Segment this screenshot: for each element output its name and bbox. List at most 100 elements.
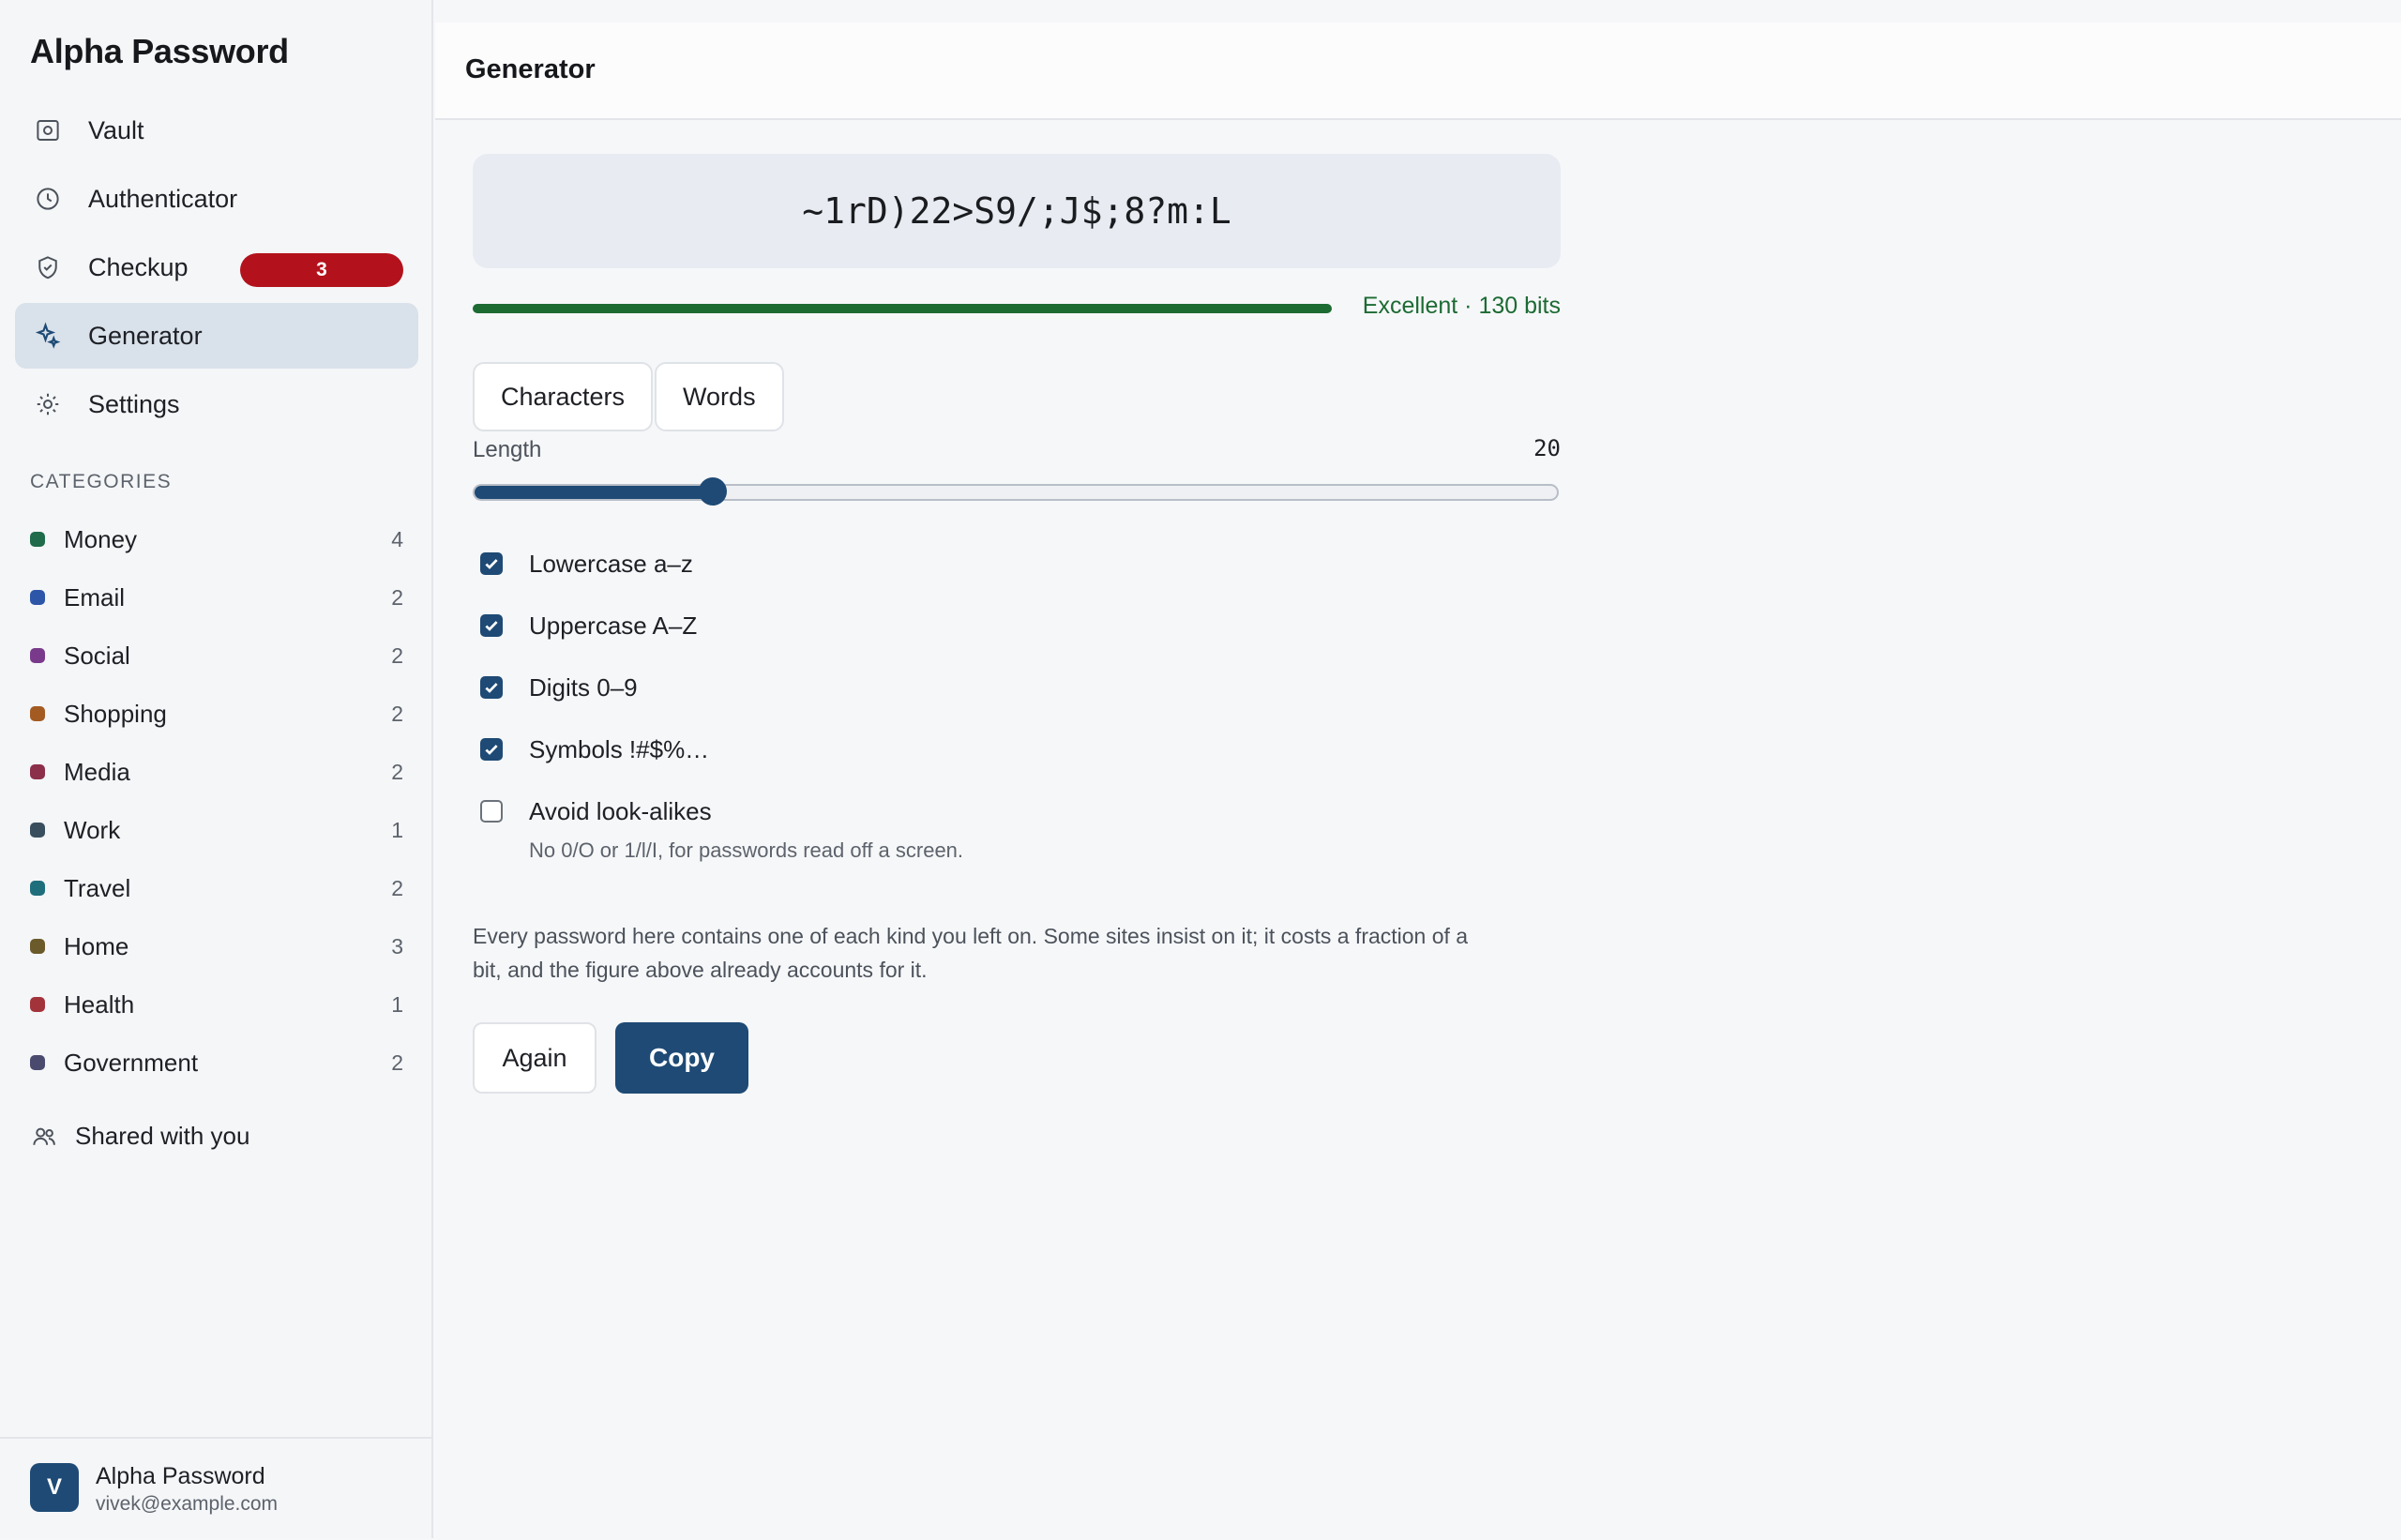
vault-icon bbox=[32, 114, 64, 146]
strength-label: Excellent · 130 bits bbox=[1362, 293, 1561, 319]
category-color-dot bbox=[30, 764, 45, 779]
generated-password[interactable]: ~1rD)22>S9/;J$;8?m:L bbox=[473, 154, 1561, 268]
avoid-look-alikes-checkbox[interactable] bbox=[480, 800, 503, 823]
sidebar-item-label: Generator bbox=[88, 321, 203, 350]
category-color-dot bbox=[30, 706, 45, 721]
category-item-money[interactable]: Money 4 bbox=[30, 510, 403, 568]
copy-button[interactable]: Copy bbox=[615, 1022, 748, 1094]
sidebar-item-settings[interactable]: Settings bbox=[15, 371, 418, 437]
category-color-dot bbox=[30, 648, 45, 663]
generator-note: Every password here contains one of each… bbox=[473, 924, 1469, 982]
sidebar-item-authenticator[interactable]: Authenticator bbox=[15, 166, 418, 232]
category-item-travel[interactable]: Travel 2 bbox=[30, 859, 403, 917]
category-item-email[interactable]: Email 2 bbox=[30, 568, 403, 627]
option-label: Digits 0–9 bbox=[529, 672, 638, 702]
main-panel: Generator ~1rD)22>S9/;J$;8?m:L Excellent… bbox=[435, 0, 2401, 1538]
page-title: Generator bbox=[465, 54, 596, 84]
category-label: Social bbox=[64, 641, 130, 670]
strength-meter-fill bbox=[473, 304, 1332, 313]
category-label: Shopping bbox=[64, 699, 167, 728]
category-count: 1 bbox=[391, 817, 403, 842]
category-item-shopping[interactable]: Shopping 2 bbox=[30, 685, 403, 743]
sidebar-item-vault[interactable]: Vault bbox=[15, 98, 418, 163]
category-list: Money 4 Email 2 Social 2 Shopping 2 Media 2 W… bbox=[30, 510, 403, 1092]
account-email: vivek@example.com bbox=[96, 1493, 279, 1515]
sidebar-item-label: Settings bbox=[88, 389, 180, 418]
avoid-look-alikes-hint: No 0/O or 1/l/I, for passwords read off … bbox=[529, 838, 964, 862]
option-symbols[interactable]: Symbols !#$%… bbox=[480, 718, 712, 780]
category-label: Government bbox=[64, 1048, 199, 1077]
people-icon bbox=[33, 1127, 55, 1145]
category-label: Email bbox=[64, 582, 126, 611]
category-count: 2 bbox=[391, 1049, 403, 1075]
sidebar-item-generator[interactable]: Generator bbox=[15, 303, 418, 369]
category-label: Health bbox=[64, 989, 135, 1019]
option-uppercase[interactable]: Uppercase A–Z bbox=[480, 595, 712, 657]
length-value: 20 bbox=[1533, 435, 1561, 461]
sidebar-item-label: Authenticator bbox=[88, 184, 238, 213]
category-count: 2 bbox=[391, 642, 403, 668]
checkup-count-badge: 3 bbox=[240, 253, 403, 287]
clock-icon bbox=[32, 183, 64, 215]
category-item-home[interactable]: Home 3 bbox=[30, 917, 403, 975]
length-slider-fill bbox=[475, 486, 713, 499]
length-label: Length bbox=[473, 437, 542, 462]
shared-label: Shared with you bbox=[75, 1122, 250, 1150]
digits-checkbox[interactable] bbox=[480, 676, 503, 699]
category-item-media[interactable]: Media 2 bbox=[30, 743, 403, 801]
strength-meter bbox=[473, 304, 1332, 313]
category-label: Travel bbox=[64, 873, 131, 902]
option-label: Lowercase a–z bbox=[529, 549, 693, 578]
category-item-social[interactable]: Social 2 bbox=[30, 627, 403, 685]
category-count: 4 bbox=[391, 526, 403, 551]
category-count: 1 bbox=[391, 991, 403, 1017]
option-label: Symbols !#$%… bbox=[529, 734, 710, 763]
categories-heading: CATEGORIES bbox=[30, 471, 173, 492]
option-avoid-look-alikes[interactable]: Avoid look-alikes bbox=[480, 780, 712, 842]
app-title: Alpha Password bbox=[30, 32, 289, 70]
category-color-dot bbox=[30, 881, 45, 896]
sidebar-item-label: Vault bbox=[88, 115, 144, 144]
option-label: Avoid look-alikes bbox=[529, 796, 712, 825]
sparkle-icon bbox=[32, 320, 64, 352]
length-slider-handle[interactable] bbox=[698, 477, 727, 506]
category-color-dot bbox=[30, 1055, 45, 1070]
sidebar-item-shared-with-you[interactable]: Shared with you bbox=[30, 1122, 249, 1151]
option-lowercase[interactable]: Lowercase a–z bbox=[480, 533, 712, 595]
category-count: 2 bbox=[391, 701, 403, 726]
category-label: Media bbox=[64, 757, 130, 786]
uppercase-checkbox[interactable] bbox=[480, 614, 503, 637]
page-header: Generator bbox=[435, 23, 2401, 120]
avatar: V bbox=[30, 1463, 79, 1512]
category-item-work[interactable]: Work 1 bbox=[30, 801, 403, 859]
category-item-government[interactable]: Government 2 bbox=[30, 1034, 403, 1092]
length-slider[interactable] bbox=[473, 477, 1559, 506]
option-label: Uppercase A–Z bbox=[529, 611, 698, 640]
category-count: 3 bbox=[391, 933, 403, 959]
mode-switch: Characters Words bbox=[473, 362, 786, 431]
category-count: 2 bbox=[391, 584, 403, 610]
sidebar-item-label: Checkup bbox=[88, 252, 189, 281]
gear-icon bbox=[32, 388, 64, 420]
category-count: 2 bbox=[391, 875, 403, 900]
category-color-dot bbox=[30, 823, 45, 838]
sidebar-nav: Vault Authenticator Checkup 3 Generator bbox=[15, 98, 418, 440]
category-label: Work bbox=[64, 815, 121, 844]
tab-words[interactable]: Words bbox=[655, 362, 784, 431]
account-footer[interactable]: V Alpha Password vivek@example.com bbox=[0, 1437, 431, 1540]
category-color-dot bbox=[30, 997, 45, 1012]
category-label: Money bbox=[64, 524, 138, 553]
tab-characters[interactable]: Characters bbox=[473, 362, 654, 431]
character-options: Lowercase a–z Uppercase A–Z Digits 0–9 S… bbox=[480, 533, 712, 842]
category-color-dot bbox=[30, 939, 45, 954]
category-color-dot bbox=[30, 590, 45, 605]
symbols-checkbox[interactable] bbox=[480, 738, 503, 761]
shield-icon bbox=[32, 251, 64, 283]
again-button[interactable]: Again bbox=[473, 1022, 596, 1094]
category-item-health[interactable]: Health 1 bbox=[30, 975, 403, 1034]
lowercase-checkbox[interactable] bbox=[480, 552, 503, 575]
sidebar: Alpha Password Vault Authenticator Check… bbox=[0, 0, 433, 1538]
sidebar-item-checkup[interactable]: Checkup 3 bbox=[15, 234, 418, 300]
category-count: 2 bbox=[391, 759, 403, 784]
option-digits[interactable]: Digits 0–9 bbox=[480, 657, 712, 718]
